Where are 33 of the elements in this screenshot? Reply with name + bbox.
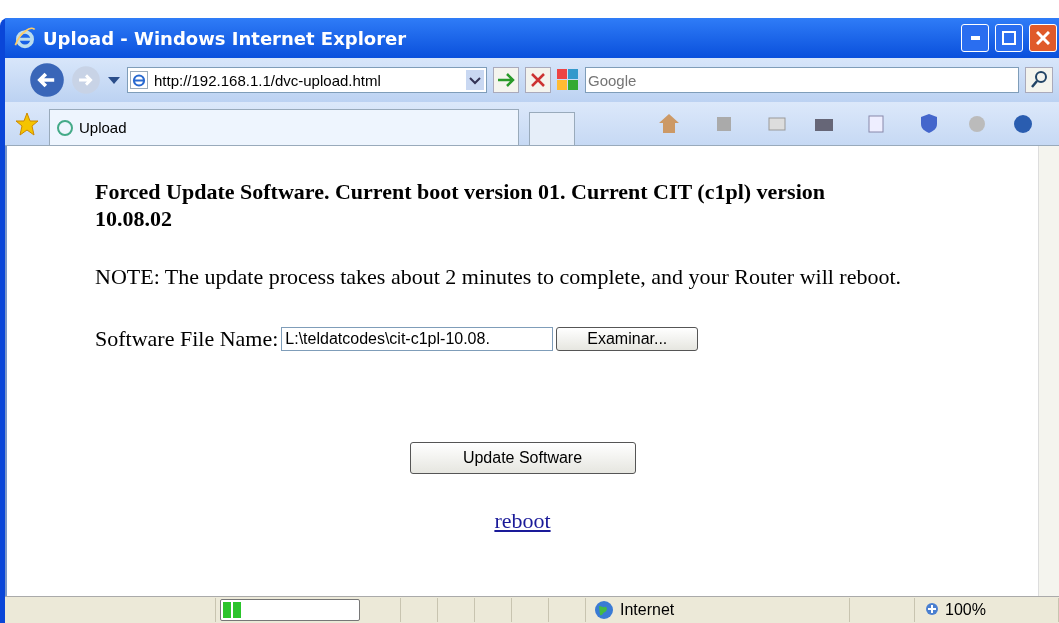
update-button[interactable]: Update Software [409,442,636,474]
stop-button[interactable] [525,67,551,93]
browse-button[interactable]: Examinar... [556,327,699,351]
search-field[interactable]: Google [585,67,1019,93]
note-text: NOTE: The update process takes about 2 minutes to complete, and your Router will reboot. [95,264,903,290]
page-heading: Forced Update Software. Current boot version 01. Current CIT (c1pl) version 10.08.02 [95,178,827,232]
back-button[interactable] [29,62,65,98]
zoom-level[interactable]: 100% [945,601,986,619]
zone-text: Internet [620,601,675,619]
go-button[interactable] [493,67,519,93]
window-title: Upload - Windows Internet Explorer [43,27,407,49]
dropdown-icon[interactable] [107,75,121,85]
address-field[interactable]: http://192.168.1.1/dvc-upload.html [127,67,487,93]
reboot-link[interactable]: reboot [494,508,551,534]
file-label: Software File Name: [95,326,279,352]
scrollbar[interactable] [1038,146,1059,596]
globe-icon [594,600,614,620]
browser-logo-icon [13,26,37,50]
close-button[interactable] [1029,24,1057,52]
search-provider-icon [557,69,579,91]
star-icon[interactable] [15,111,39,136]
maximize-button[interactable] [995,24,1023,52]
browser-tab[interactable]: Upload [49,109,519,145]
minimize-icon [970,36,980,40]
close-icon [1036,31,1050,45]
page-icon [130,71,148,89]
minimize-button[interactable] [961,24,989,52]
dropdown-icon[interactable] [466,70,484,90]
search-button[interactable] [1025,67,1053,93]
zoom-icon[interactable] [925,602,941,618]
page-loading-icon [56,118,74,137]
maximize-icon [1002,31,1016,45]
file-field[interactable]: L:\teldatcodes\cit-c1pl-10.08. [281,327,554,351]
